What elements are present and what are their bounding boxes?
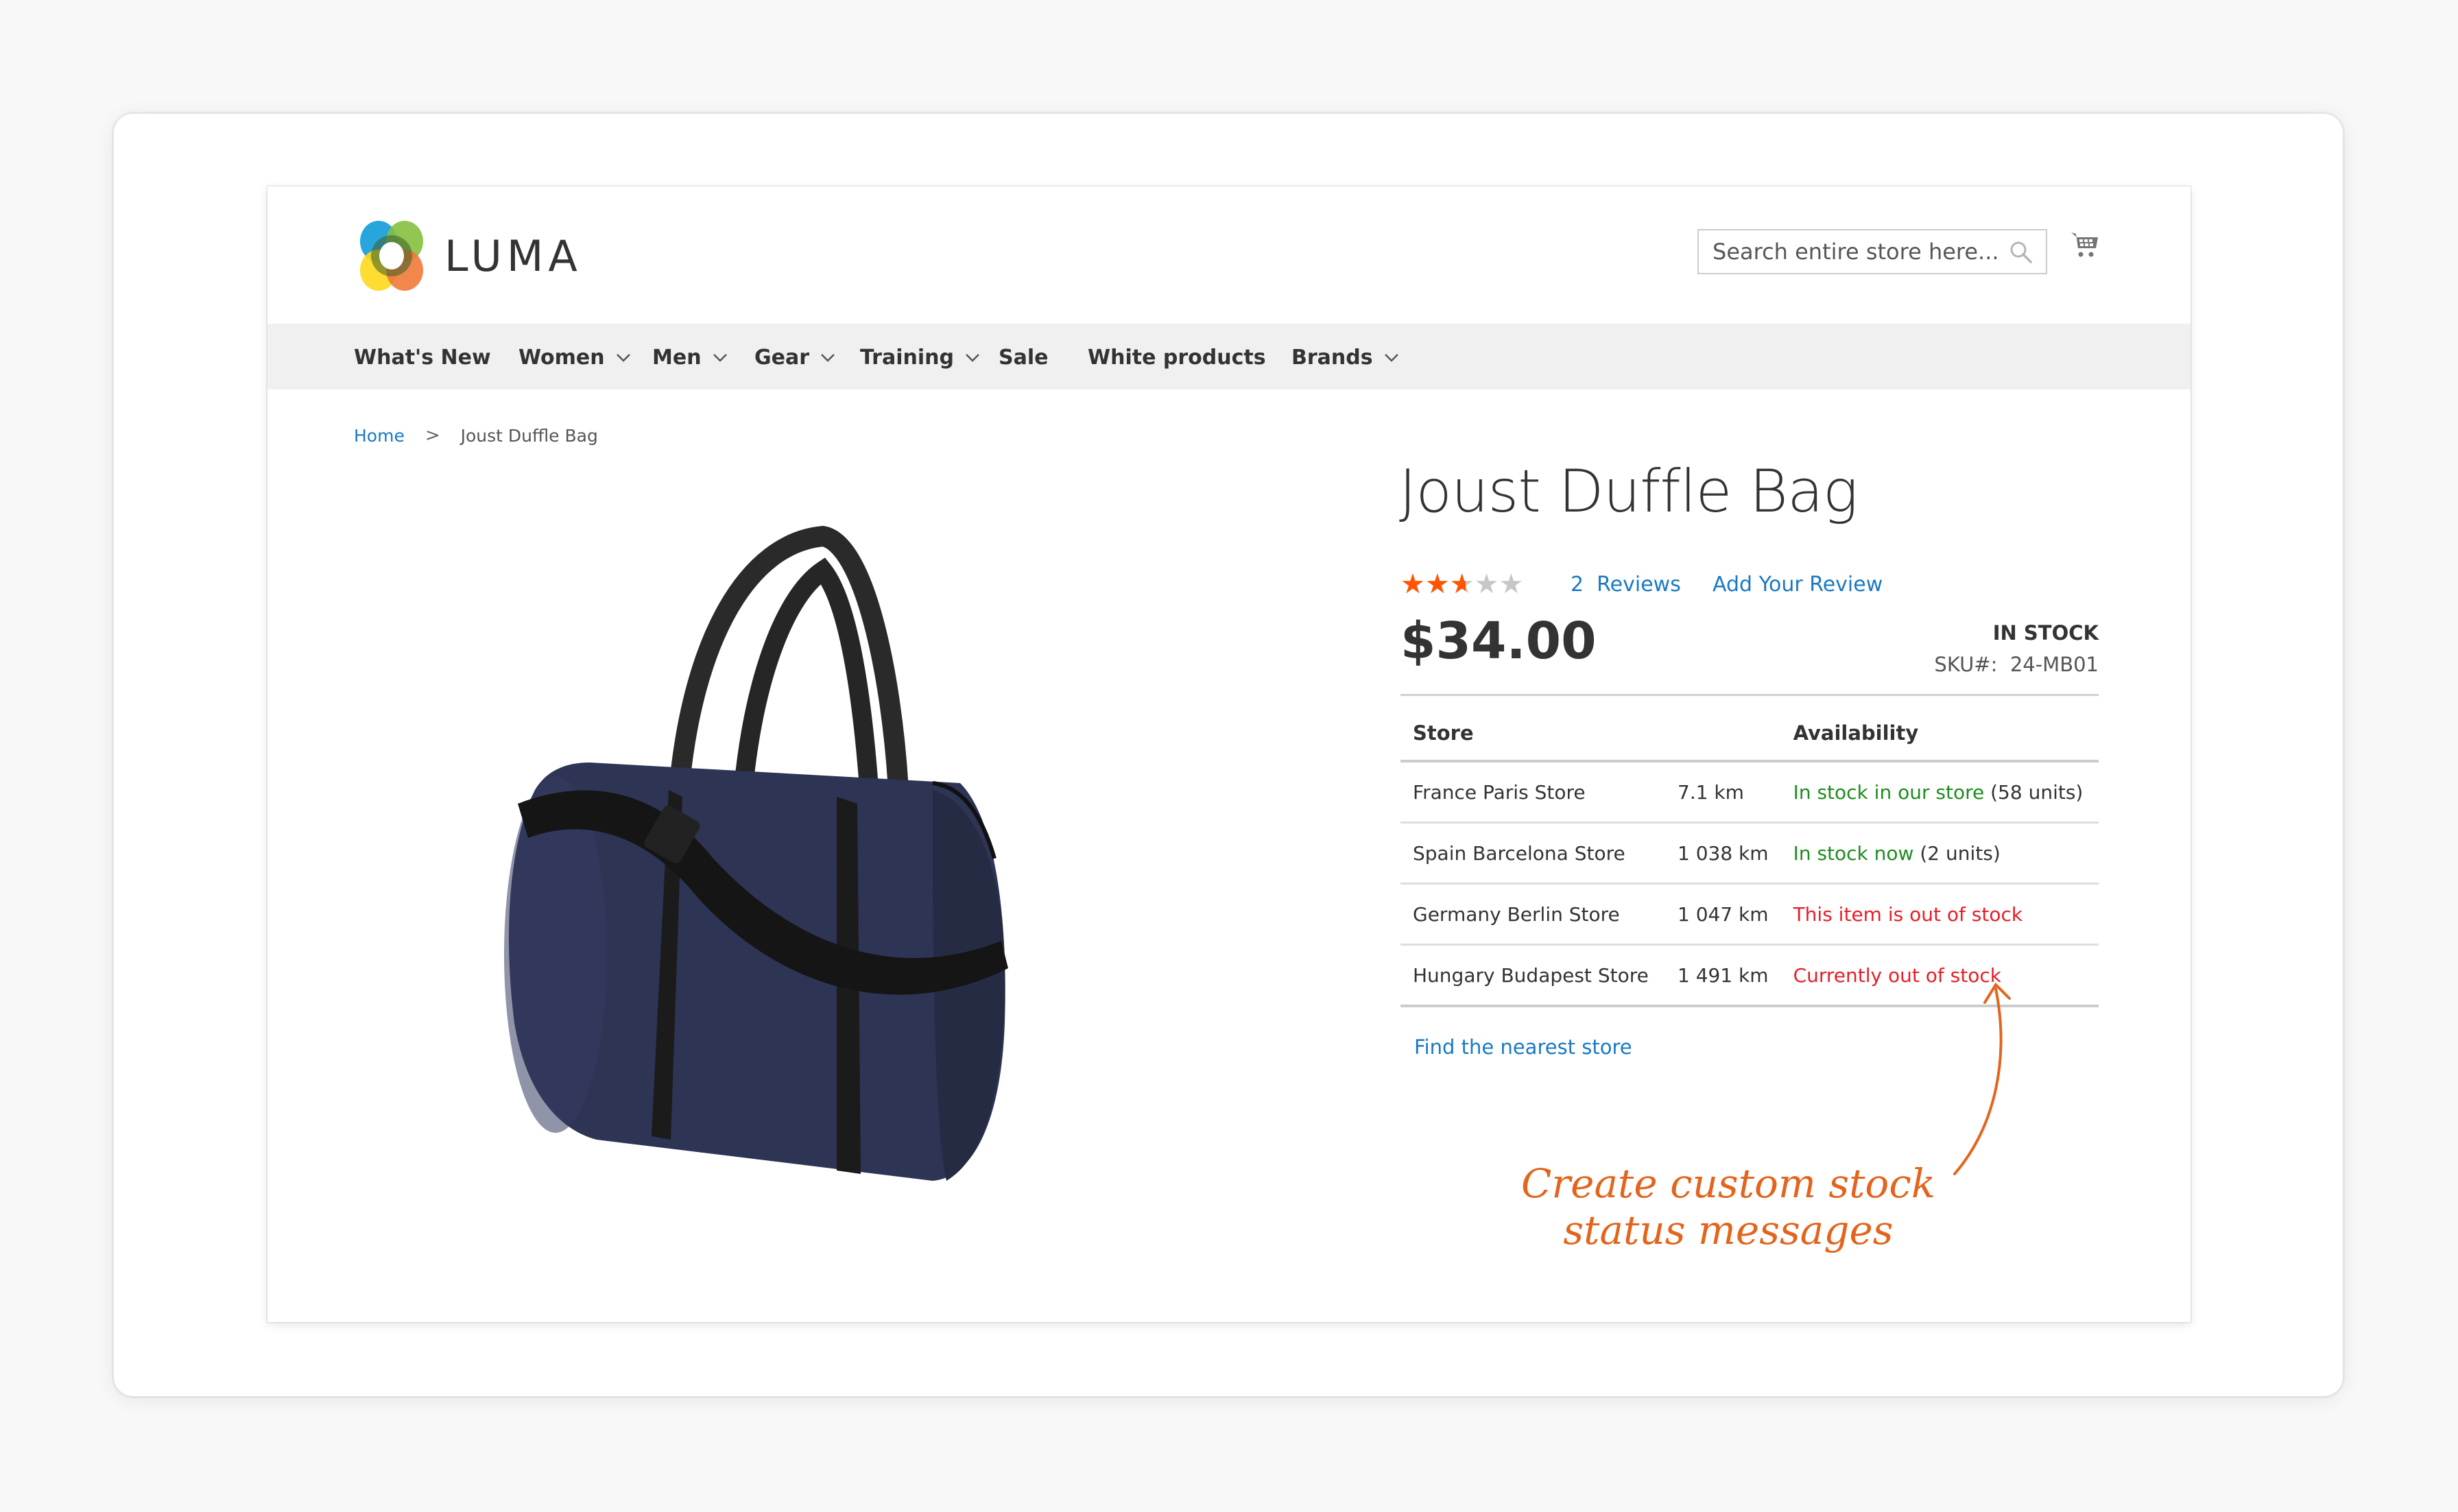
luma-logo-icon [360,221,423,291]
store-distance: 1 038 km [1665,822,1781,885]
store-name: Spain Barcelona Store [1400,822,1665,885]
nav-label: Training [860,346,954,370]
nav-label: Men [652,346,702,370]
availability-units: (58 units) [1990,780,2084,804]
sku-label: SKU#: [1934,653,1998,676]
cart-icon[interactable] [2070,230,2100,261]
nav-label: Gear [754,346,810,370]
chevron-down-icon [821,353,835,362]
store-distance: 1 491 km [1665,944,1781,1007]
availability-status: In stock in our store [1793,780,1985,804]
store-distance: 7.1 km [1665,761,1781,824]
nav-label: White products [1088,346,1266,370]
main-nav: What's New Women Men Gear Training Sale … [267,324,2191,389]
product-title: Joust Duffle Bag [1399,457,1858,526]
availability-units: (2 units) [1920,841,2001,865]
nav-item-white-products[interactable]: White products [1088,346,1266,370]
chevron-down-icon [616,353,630,362]
store-name: Germany Berlin Store [1400,883,1665,946]
nav-item-men[interactable]: Men [652,346,728,370]
product-price: $34.00 [1400,612,1597,671]
availability-cell: In stock now (2 units) [1780,822,2099,885]
annotation-line: status messages [1563,1207,1894,1253]
find-nearest-store-link[interactable]: Find the nearest store [1414,1035,1632,1059]
table-row: Spain Barcelona Store 1 038 km In stock no… [1400,822,2099,885]
logo-text: LUMA [444,230,582,281]
nav-item-sale[interactable]: Sale [999,346,1048,370]
store-name: Hungary Budapest Store [1400,944,1665,1007]
product-image[interactable] [453,502,1042,1188]
nav-item-women[interactable]: Women [518,346,631,370]
nav-label: Brands [1291,346,1373,370]
chevron-down-icon [713,353,727,362]
reviews-count: 2 [1571,573,1584,597]
search-input[interactable] [1699,238,2002,265]
store-distance: 1 047 km [1665,883,1781,946]
table-row: Germany Berlin Store 1 047 km This item is… [1400,883,2099,946]
reviews-label: Reviews [1597,573,1681,597]
breadcrumb: Home > Joust Duffle Bag [354,425,598,446]
nav-label: Sale [999,346,1049,370]
nav-label: What's New [354,346,491,370]
column-header-availability: Availability [1780,721,2099,763]
add-review-link[interactable]: Add Your Review [1713,573,1883,597]
table-row: France Paris Store 7.1 km In stock in our … [1400,761,2099,824]
chevron-down-icon [966,353,979,362]
chevron-down-icon [1384,353,1398,362]
reviews-link[interactable]: 2 Reviews [1571,573,1681,597]
store-name: France Paris Store [1400,761,1665,824]
sku: SKU#: 24-MB01 [1934,653,2099,676]
star-filled-icons: ★★★★★ [1400,571,1466,598]
annotation-arrow-icon [1953,982,2011,1175]
breadcrumb-separator-icon: > [425,425,440,446]
column-header-distance [1665,721,1781,763]
stock-status: IN STOCK [1992,621,2099,645]
availability-cell: In stock in our store (58 units) [1780,761,2099,824]
column-header-store: Store [1400,721,1665,763]
annotation-line: Create custom stock [1521,1160,1935,1207]
divider [1400,694,2099,696]
annotation-text: Create custom stock status messages [1468,1160,1989,1253]
nav-label: Women [518,346,605,370]
search-icon[interactable] [2009,240,2033,265]
availability-cell: Currently out of stock [1780,944,2099,1007]
search-box[interactable] [1697,229,2047,274]
nav-item-whats-new[interactable]: What's New [354,346,491,370]
sku-value: 24-MB01 [2009,653,2099,676]
luma-logo[interactable]: LUMA [354,218,582,293]
rating-stars: ★★★★★ ★★★★★ [1400,571,1531,598]
breadcrumb-home-link[interactable]: Home [354,426,405,446]
nav-item-training[interactable]: Training [860,346,980,370]
availability-status: In stock now [1793,841,1914,865]
nav-item-gear[interactable]: Gear [754,346,835,370]
nav-item-brands[interactable]: Brands [1291,346,1399,370]
breadcrumb-current: Joust Duffle Bag [460,425,598,446]
availability-status: This item is out of stock [1793,902,2023,926]
store-page: LUMA What's New Women Men Gear Training … [267,187,2191,1322]
store-availability-table: Store Availability France Paris Store 7.1… [1400,721,2099,1007]
availability-cell: This item is out of stock [1780,883,2099,946]
